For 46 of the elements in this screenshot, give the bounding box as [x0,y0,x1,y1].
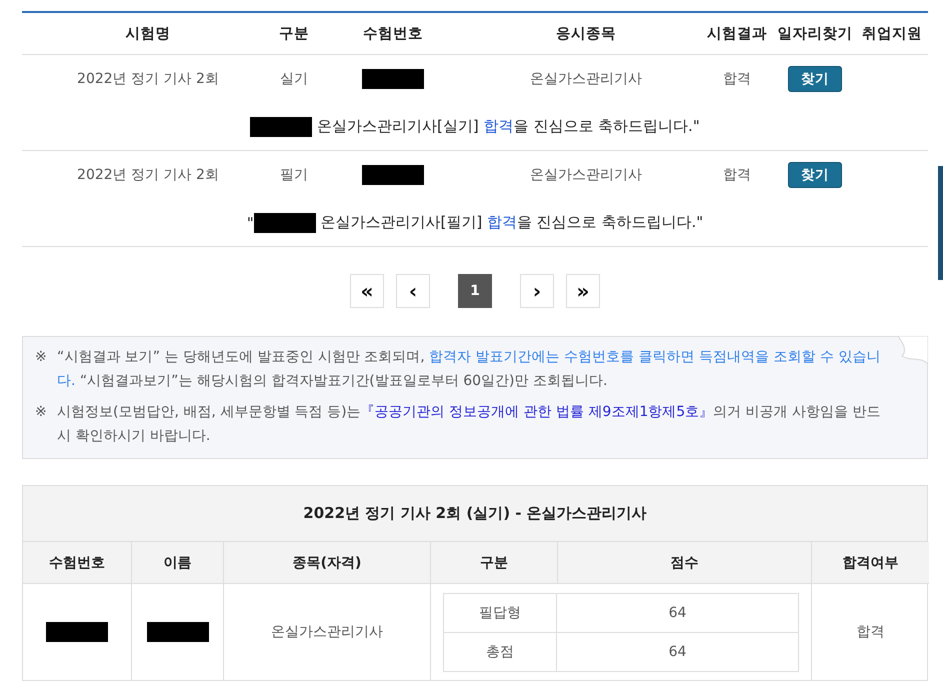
quote-mark: " [246,214,254,232]
column-header: 구분 [430,542,557,584]
exam-result: 합격 [722,166,752,184]
table-cell: 온실가스관리기사 [271,623,383,641]
page-button[interactable]: › [520,274,554,308]
page-button[interactable]: « [350,274,384,308]
find-button[interactable]: 찾기 [788,162,842,188]
page-button[interactable]: » [566,274,600,308]
find-button[interactable]: 찾기 [788,66,842,92]
column-header: 응시종목 [555,25,617,43]
table-cell: 필답형 [444,594,556,632]
redaction-bar [362,165,424,185]
column-header: 취업지원 [861,25,923,43]
page-button[interactable]: 1 [458,274,492,308]
redaction-bar [46,622,108,642]
column-header: 시험명 [124,25,172,43]
table-cell: 64 [556,594,798,632]
column-header: 이름 [131,542,223,584]
redaction-bar [362,69,424,89]
exam-name: 2022년 정기 기사 2회 [76,166,220,184]
table-cell-text: 총점 [485,642,515,662]
notice-text: ※ 시험정보(모범답안, 배점, 세부문항별 득점 등)는『공공기관의 정보공개에 관한 법률 제9조제1항제5호』의거 비공개 사항임을 반드시 확인하시기 바랍니다. [35,403,882,446]
table-cell: 합격 [856,623,884,641]
column-header: 일자리찾기 [776,25,854,43]
exam-subject: 온실가스관리기사 [529,166,643,184]
column-header: 종목(자격) [223,542,430,584]
exam-subject: 온실가스관리기사 [529,70,643,88]
exam-type: 실기 [279,70,309,88]
congratulation-message: 온실가스관리기사[필기] 합격을 진심으로 축하드립니다." [319,213,704,232]
table-cell: 64 [556,632,798,670]
congratulation-message: 온실가스관리기사[실기] 합격을 진심으로 축하드립니다." [316,117,700,136]
notice-text: ※ “시험결과 보기” 는 당해년도에 발표중인 시험만 조회되며, 합격자 발표기간에는 수험번호를 클릭하면 득점내역을 조회할 수 있습니다. “시험결과보기”는 해당시험의 합격자발표기간(발표일로부터 60일간)만 조회됩니다. [35,348,882,391]
column-header: 시험결과 [706,25,768,43]
exam-result: 합격 [722,70,752,88]
exam-type: 필기 [279,166,309,184]
score-title: 2022년 정기 기사 2회 (실기) - 온실가스관리기사 [23,486,927,542]
exam-name: 2022년 정기 기사 2회 [76,70,220,88]
column-header: 수험번호 [362,25,424,43]
redaction-bar [254,212,316,232]
column-header: 합격여부 [811,542,929,584]
page-button[interactable]: ‹ [396,274,430,308]
redaction-bar [250,116,312,136]
column-header: 수험번호 [23,542,131,584]
column-header: 구분 [278,25,310,43]
redaction-bar [146,622,208,642]
column-header: 점수 [557,542,811,584]
